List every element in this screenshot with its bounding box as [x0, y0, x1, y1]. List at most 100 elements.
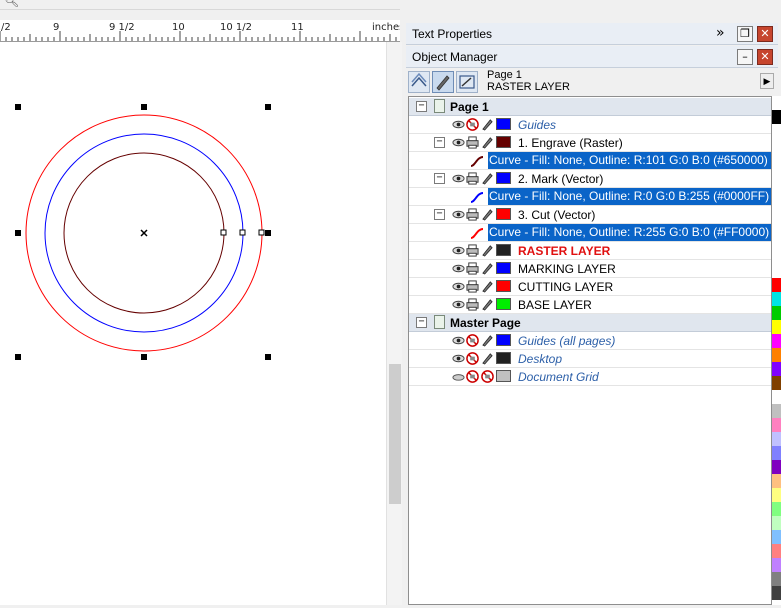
chevron-right-icon[interactable]: ▶: [760, 73, 774, 89]
object-manager-header[interactable]: Object Manager – ✕: [406, 46, 778, 68]
eye-closed-icon[interactable]: [452, 370, 465, 383]
tree-layer-row[interactable]: MARKING LAYER: [409, 260, 771, 278]
restore-icon[interactable]: ❐: [737, 26, 753, 42]
palette-swatch[interactable]: [772, 460, 781, 474]
object-tree[interactable]: − Page 1 Guides − 1. Engrave (Raster) Curve -…: [408, 96, 772, 605]
palette-swatch[interactable]: [772, 180, 781, 194]
tree-layer-row[interactable]: Guides: [409, 116, 771, 134]
eye-icon[interactable]: [452, 334, 465, 347]
tree-object-row[interactable]: Curve - Fill: None, Outline: R:255 G:0 B…: [409, 224, 771, 242]
tree-page-1[interactable]: − Page 1: [409, 98, 771, 116]
pencil-icon[interactable]: [481, 172, 494, 185]
palette-swatch[interactable]: [772, 432, 781, 446]
eye-icon[interactable]: [452, 136, 465, 149]
tree-layer-row[interactable]: Guides (all pages): [409, 332, 771, 350]
printer-icon[interactable]: [466, 280, 479, 293]
layer-color-swatch[interactable]: [496, 352, 511, 364]
palette-swatch[interactable]: [772, 138, 781, 152]
printer-icon[interactable]: [466, 262, 479, 275]
pencil-icon[interactable]: [481, 244, 494, 257]
no-print-icon[interactable]: [466, 118, 479, 131]
palette-swatch[interactable]: [772, 502, 781, 516]
tree-object-row[interactable]: Curve - Fill: None, Outline: R:101 G:0 B…: [409, 152, 771, 170]
palette-swatch[interactable]: [772, 96, 781, 110]
eye-icon[interactable]: [452, 244, 465, 257]
no-print-icon[interactable]: [466, 352, 479, 365]
layer-color-swatch[interactable]: [496, 262, 511, 274]
expand-toggle[interactable]: −: [434, 137, 445, 148]
pencil-icon[interactable]: [481, 280, 494, 293]
eye-icon[interactable]: [452, 352, 465, 365]
printer-icon[interactable]: [466, 298, 479, 311]
printer-icon[interactable]: [466, 208, 479, 221]
palette-swatch[interactable]: [772, 572, 781, 586]
tree-layer-row[interactable]: BASE LAYER: [409, 296, 771, 314]
palette-swatch[interactable]: [772, 292, 781, 306]
layer-color-swatch[interactable]: [496, 208, 511, 220]
pencil-icon[interactable]: [481, 262, 494, 275]
palette-swatch[interactable]: [772, 306, 781, 320]
layer-color-swatch[interactable]: [496, 244, 511, 256]
eye-icon[interactable]: [452, 262, 465, 275]
zoom-icon[interactable]: 🔍︎: [4, 0, 19, 8]
expand-toggle[interactable]: −: [416, 101, 427, 112]
palette-swatch[interactable]: [772, 558, 781, 572]
palette-swatch[interactable]: [772, 320, 781, 334]
printer-icon[interactable]: [466, 172, 479, 185]
layer-color-swatch[interactable]: [496, 334, 511, 346]
close-icon[interactable]: ✕: [757, 49, 773, 65]
tree-layer-row[interactable]: − 1. Engrave (Raster): [409, 134, 771, 152]
tree-layer-row[interactable]: − 3. Cut (Vector): [409, 206, 771, 224]
expand-toggle[interactable]: −: [416, 317, 427, 328]
minimize-icon[interactable]: –: [737, 49, 753, 65]
node-markers[interactable]: [220, 229, 265, 236]
pencil-icon[interactable]: [481, 118, 494, 131]
palette-swatch[interactable]: [772, 236, 781, 250]
palette-swatch[interactable]: [772, 586, 781, 600]
expand-icon[interactable]: »: [716, 25, 725, 41]
palette-swatch[interactable]: [772, 488, 781, 502]
pencil-icon[interactable]: [481, 298, 494, 311]
palette-swatch[interactable]: [772, 544, 781, 558]
palette-swatch[interactable]: [772, 390, 781, 404]
pencil-icon[interactable]: [481, 208, 494, 221]
palette-swatch[interactable]: [772, 152, 781, 166]
palette-swatch[interactable]: [772, 124, 781, 138]
canvas-scrollbar[interactable]: [386, 42, 402, 605]
eye-icon[interactable]: [452, 298, 465, 311]
palette-swatch[interactable]: [772, 110, 781, 124]
palette-swatch[interactable]: [772, 404, 781, 418]
palette-swatch[interactable]: [772, 516, 781, 530]
tree-layer-row[interactable]: RASTER LAYER: [409, 242, 771, 260]
layer-manager-view-button[interactable]: [456, 71, 478, 93]
palette-swatch[interactable]: [772, 530, 781, 544]
show-object-properties-button[interactable]: [408, 71, 430, 93]
printer-icon[interactable]: [466, 244, 479, 257]
tree-layer-row[interactable]: Desktop: [409, 350, 771, 368]
tree-layer-row[interactable]: CUTTING LAYER: [409, 278, 771, 296]
expand-toggle[interactable]: −: [434, 173, 445, 184]
palette-swatch[interactable]: [772, 418, 781, 432]
layer-color-swatch[interactable]: [496, 298, 511, 310]
text-properties-header[interactable]: Text Properties » ❐ ✕: [406, 23, 778, 45]
no-print-icon[interactable]: [466, 370, 479, 383]
close-icon[interactable]: ✕: [757, 26, 773, 42]
palette-swatch[interactable]: [772, 446, 781, 460]
color-palette[interactable]: [772, 96, 781, 605]
no-print-icon[interactable]: [481, 370, 494, 383]
palette-swatch[interactable]: [772, 208, 781, 222]
no-print-icon[interactable]: [466, 334, 479, 347]
eye-icon[interactable]: [452, 118, 465, 131]
tree-layer-row[interactable]: Document Grid: [409, 368, 771, 386]
palette-swatch[interactable]: [772, 166, 781, 180]
scrollbar-thumb[interactable]: [389, 364, 401, 504]
tree-master-page[interactable]: − Master Page: [409, 314, 771, 332]
eye-icon[interactable]: [452, 280, 465, 293]
palette-swatch[interactable]: [772, 474, 781, 488]
palette-swatch[interactable]: [772, 194, 781, 208]
expand-toggle[interactable]: −: [434, 209, 445, 220]
layer-color-swatch[interactable]: [496, 118, 511, 130]
layer-color-swatch[interactable]: [496, 370, 511, 382]
drawing-canvas[interactable]: [0, 42, 386, 605]
layer-color-swatch[interactable]: [496, 136, 511, 148]
